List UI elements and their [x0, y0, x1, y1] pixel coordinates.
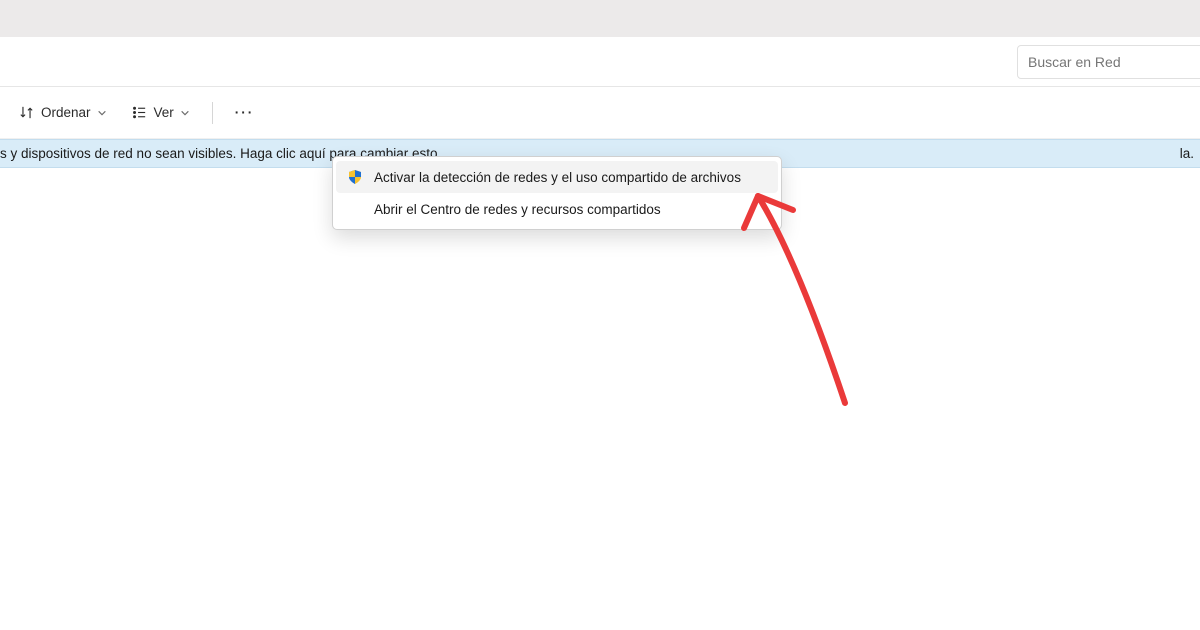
search-input[interactable]: [1028, 54, 1200, 70]
content-area: Activar la detección de redes y el uso c…: [0, 168, 1200, 630]
sort-button[interactable]: Ordenar: [8, 98, 117, 127]
more-icon: ···: [235, 105, 255, 120]
view-button[interactable]: Ver: [121, 98, 200, 127]
window-titlebar: [0, 0, 1200, 37]
banner-trailing-text: la.: [1180, 146, 1194, 161]
more-button[interactable]: ···: [225, 99, 265, 126]
search-box[interactable]: [1017, 45, 1200, 79]
chevron-down-icon: [180, 108, 190, 118]
view-label: Ver: [154, 105, 174, 120]
menu-item-label: Abrir el Centro de redes y recursos comp…: [374, 202, 661, 217]
view-icon: [131, 104, 148, 121]
shield-icon: [346, 168, 364, 186]
sort-icon: [18, 104, 35, 121]
address-bar: [0, 37, 1200, 87]
menu-item-label: Activar la detección de redes y el uso c…: [374, 170, 741, 185]
chevron-down-icon: [97, 108, 107, 118]
annotation-arrow: [0, 168, 1200, 630]
toolbar: Ordenar Ver ···: [0, 87, 1200, 139]
toolbar-divider: [212, 102, 213, 124]
menu-item-enable-network-discovery[interactable]: Activar la detección de redes y el uso c…: [336, 161, 778, 193]
context-menu: Activar la detección de redes y el uso c…: [332, 156, 782, 230]
blank-icon: [346, 200, 364, 218]
sort-label: Ordenar: [41, 105, 91, 120]
menu-item-open-network-center[interactable]: Abrir el Centro de redes y recursos comp…: [336, 193, 778, 225]
